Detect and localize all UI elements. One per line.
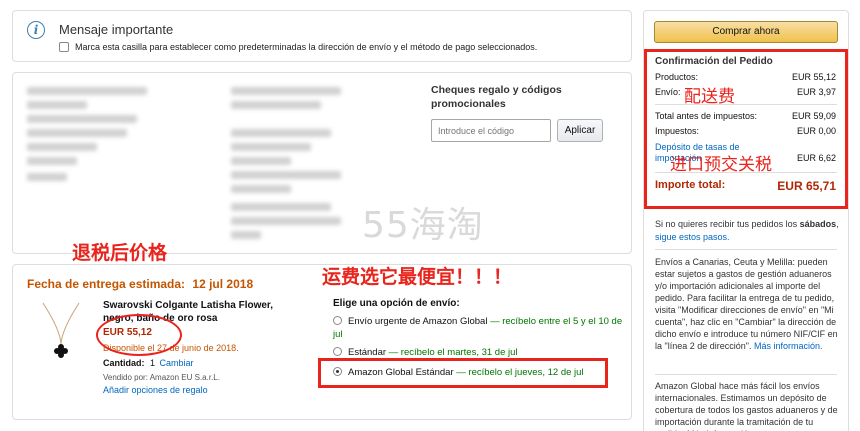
- radio-urgent[interactable]: [333, 316, 342, 325]
- address-payment-box: Cheques regalo y códigos promocionales A…: [12, 72, 632, 254]
- annotation-shipping-rect: [318, 358, 608, 388]
- watermark: 55海淘: [362, 205, 484, 246]
- annotation-import-deposit: 进口预交关税: [670, 155, 772, 175]
- default-checkbox[interactable]: [59, 42, 69, 52]
- option-standard-name: Estándar: [348, 347, 387, 358]
- shipping-options-heading: Elige una opción de envío:: [333, 298, 460, 309]
- canarias-text: Envíos a Canarias, Ceuta y Melilla: pued…: [655, 257, 838, 351]
- important-message-box: i Mensaje importante Marca esta casilla …: [12, 10, 632, 62]
- sidebar-divider-2: [655, 374, 837, 375]
- canarias-more-info-link[interactable]: Más información.: [754, 341, 823, 351]
- promo-code-input[interactable]: [431, 119, 551, 142]
- canarias-info: Envíos a Canarias, Ceuta y Melilla: pued…: [655, 256, 841, 352]
- annotation-summary-rect: [644, 49, 848, 209]
- radio-standard[interactable]: [333, 347, 342, 356]
- message-title: Mensaje importante: [59, 22, 174, 37]
- info-icon: i: [27, 21, 45, 39]
- sidebar-divider-1: [655, 249, 837, 250]
- product-image: [31, 301, 91, 361]
- quantity-value: 1: [150, 358, 156, 368]
- quantity-label: Cantidad:: [103, 358, 145, 368]
- gift-options-link[interactable]: Añadir opciones de regalo: [103, 385, 208, 395]
- option-urgent-name: Envío urgente de Amazon Global: [348, 316, 488, 327]
- amazon-global-info: Amazon Global hace más fácil los envíos …: [655, 381, 838, 431]
- annotation-shipping-fee: 配送费: [684, 87, 735, 107]
- delivery-date-value: 12 jul 2018: [192, 277, 254, 291]
- saturday-link[interactable]: sigue estos pasos.: [655, 232, 730, 242]
- annotation-tax-refund-price: 退税后价格: [72, 242, 168, 264]
- delivery-date-line: Fecha de entrega estimada: 12 jul 2018: [27, 277, 253, 291]
- delivery-date-label: Fecha de entrega estimada:: [27, 277, 186, 291]
- annotation-cheapest-shipping: 运费选它最便宜！！！: [322, 266, 513, 288]
- quantity-change-link[interactable]: Cambiar: [160, 358, 194, 368]
- seller-text: Vendido por: Amazon EU S.a.r.L.: [103, 373, 220, 382]
- saturday-info: Si no quieres recibir tus pedidos los sá…: [655, 219, 839, 242]
- gift-card-heading: Cheques regalo y códigos promocionales: [431, 84, 562, 110]
- default-checkbox-label: Marca esta casilla para establecer como …: [75, 42, 538, 52]
- apply-button[interactable]: Aplicar: [557, 119, 603, 142]
- annotation-price-ellipse: [96, 314, 182, 356]
- shipping-option-standard[interactable]: Estándar — recíbelo el martes, 31 de jul: [333, 347, 623, 358]
- option-standard-detail: — recíbelo el martes, 31 de jul: [388, 347, 518, 358]
- quantity-line: Cantidad: 1 Cambiar: [103, 358, 194, 368]
- buy-now-button[interactable]: Comprar ahora: [654, 21, 838, 43]
- saturday-text: Si no quieres recibir tus pedidos los: [655, 219, 798, 229]
- saturday-bold: sábados: [799, 219, 837, 229]
- shipping-option-urgent[interactable]: Envío urgente de Amazon Global — recíbel…: [333, 315, 623, 341]
